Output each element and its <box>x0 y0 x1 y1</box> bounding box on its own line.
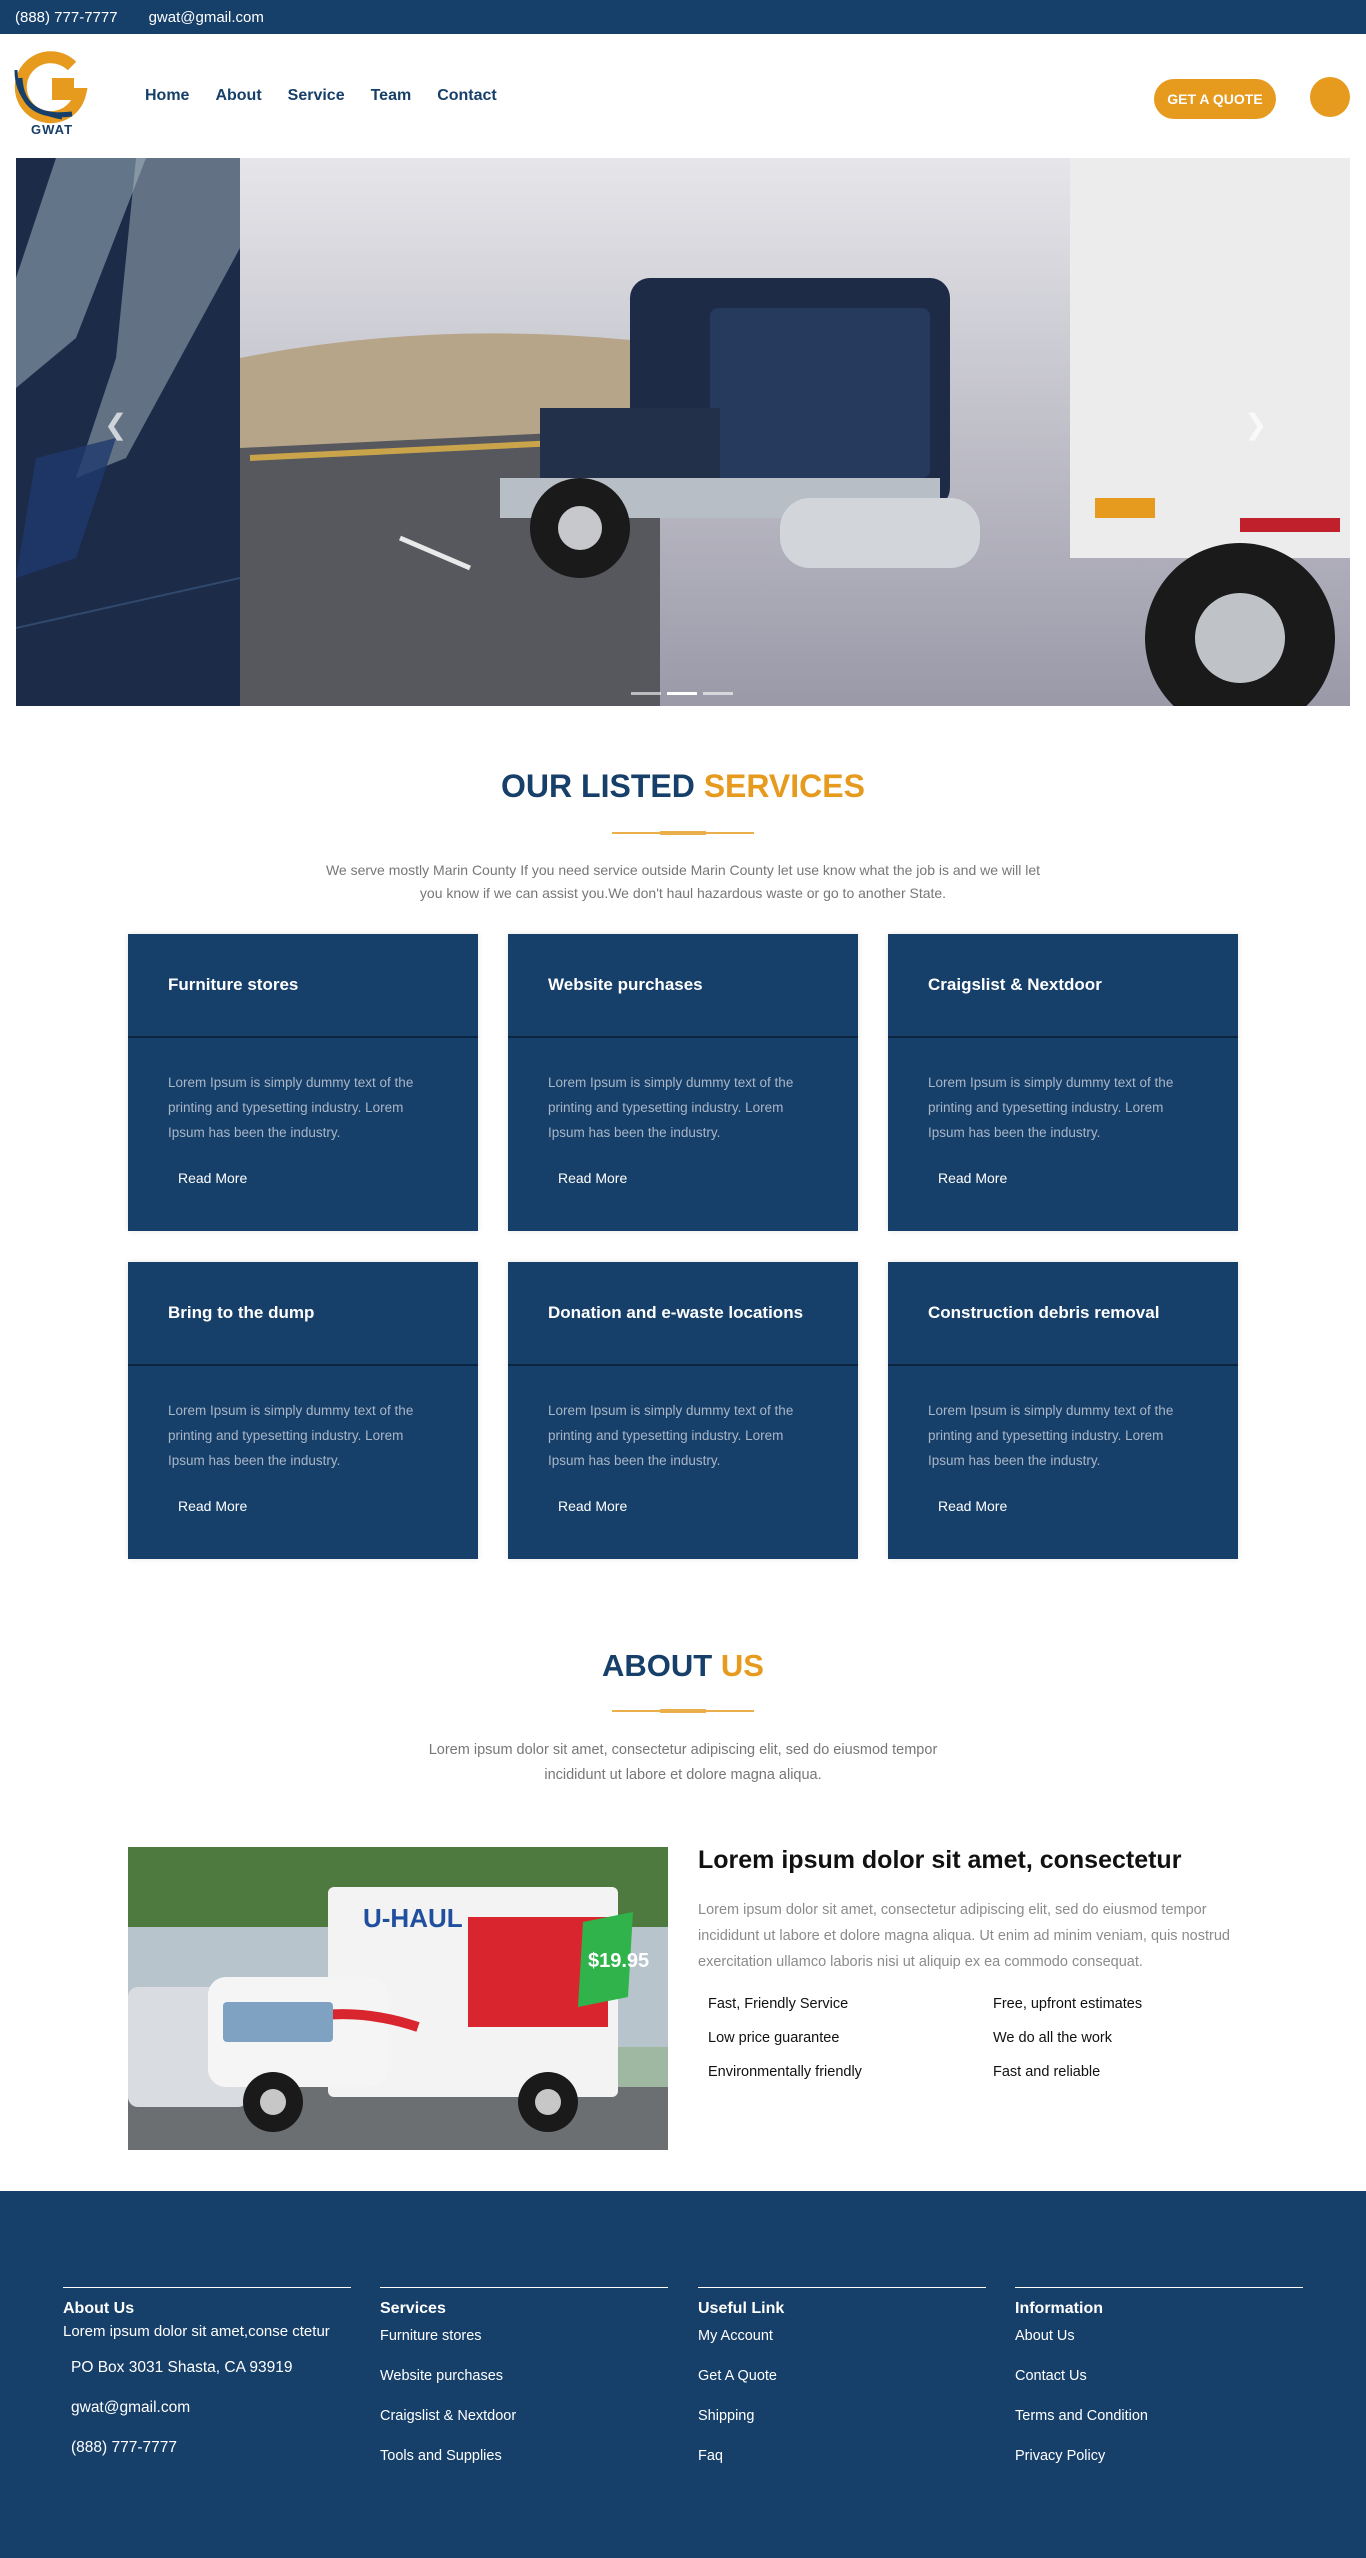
footer-info-column: Information About Us Contact Us Terms an… <box>1015 2287 1303 2486</box>
about-heading: Lorem ipsum dolor sit amet, consectetur <box>698 1846 1182 1874</box>
chevron-left-icon[interactable]: ❮ <box>104 408 127 441</box>
menu-toggle-button[interactable] <box>1310 77 1350 117</box>
footer-about-text: Lorem ipsum dolor sit amet,conse ctetur <box>63 2323 330 2340</box>
carousel-dot[interactable] <box>631 692 661 695</box>
hero-slide-previous-image <box>16 158 240 706</box>
feature-item: Low price guarantee <box>708 2030 840 2046</box>
service-card-text: Lorem Ipsum is simply dummy text of the … <box>928 1075 1174 1140</box>
read-more-button[interactable]: Read More <box>928 1160 1017 1197</box>
footer-link[interactable]: Shipping <box>698 2406 986 2446</box>
services-title-divider <box>612 831 754 835</box>
carousel-dot-active[interactable] <box>667 692 697 695</box>
hero-carousel: ❮ ❯ <box>16 158 1350 706</box>
footer-link[interactable]: Furniture stores <box>380 2326 668 2366</box>
uhaul-truck-image: U-HAUL $19.95 <box>128 1847 668 2150</box>
chevron-right-icon[interactable]: ❯ <box>1244 408 1267 441</box>
nav-about[interactable]: About <box>215 87 261 105</box>
footer-info-title: Information <box>1015 2300 1103 2317</box>
service-card-body: Lorem Ipsum is simply dummy text of the … <box>128 1366 478 1525</box>
about-description: Lorem ipsum dolor sit amet, consectetur … <box>428 1742 938 1783</box>
logo-text: GWAT <box>31 122 74 137</box>
services-title-b: SERVICES <box>703 768 865 804</box>
service-card-text: Lorem Ipsum is simply dummy text of the … <box>168 1403 414 1468</box>
topbar-email[interactable]: gwat@gmail.com <box>149 9 264 26</box>
service-card-title: Craigslist & Nextdoor <box>888 934 1238 1038</box>
footer-link[interactable]: Privacy Policy <box>1015 2446 1303 2486</box>
service-card-body: Lorem Ipsum is simply dummy text of the … <box>888 1038 1238 1197</box>
service-card-body: Lorem Ipsum is simply dummy text of the … <box>128 1038 478 1197</box>
service-card-text: Lorem Ipsum is simply dummy text of the … <box>548 1403 794 1468</box>
services-title: OUR LISTED SERVICES <box>0 768 1366 805</box>
service-card-text: Lorem Ipsum is simply dummy text of the … <box>928 1403 1174 1468</box>
feature-item: Environmentally friendly <box>708 2064 862 2080</box>
get-quote-button[interactable]: GET A QUOTE <box>1154 79 1276 119</box>
about-paragraph: Lorem ipsum dolor sit amet, consectetur … <box>698 1902 1230 1970</box>
nav-team[interactable]: Team <box>371 87 412 105</box>
read-more-button[interactable]: Read More <box>928 1488 1017 1525</box>
read-more-button[interactable]: Read More <box>548 1488 637 1525</box>
footer-useful-title: Useful Link <box>698 2300 785 2317</box>
footer-services-title: Services <box>380 2300 446 2317</box>
about-title-a: ABOUT <box>602 1648 713 1683</box>
about-title: ABOUT US <box>0 1648 1366 1684</box>
footer-link[interactable]: About Us <box>1015 2326 1303 2366</box>
about-title-b: US <box>720 1648 764 1683</box>
feature-item: Free, upfront estimates <box>993 1996 1143 2012</box>
service-card-body: Lorem Ipsum is simply dummy text of the … <box>508 1366 858 1525</box>
feature-item: Fast, Friendly Service <box>708 1996 849 2012</box>
footer-link[interactable]: Contact Us <box>1015 2366 1303 2406</box>
footer-email[interactable]: gwat@gmail.com <box>63 2398 351 2438</box>
services-title-a: OUR LISTED <box>501 768 695 804</box>
service-card-title: Donation and e-waste locations <box>508 1262 858 1366</box>
footer-link[interactable]: Faq <box>698 2446 986 2486</box>
service-card: Construction debris removal Lorem Ipsum i… <box>888 1262 1238 1559</box>
footer-link[interactable]: Terms and Condition <box>1015 2406 1303 2446</box>
nav-contact[interactable]: Contact <box>437 87 497 105</box>
read-more-button[interactable]: Read More <box>168 1160 257 1197</box>
footer-address: PO Box 3031 Shasta, CA 93919 <box>71 2359 293 2376</box>
footer-services-column: Services Furniture stores Website purcha… <box>380 2287 668 2486</box>
carousel-dot[interactable] <box>703 692 733 695</box>
service-card-body: Lorem Ipsum is simply dummy text of the … <box>888 1366 1238 1525</box>
footer-useful-column: Useful Link My Account Get A Quote Shipp… <box>698 2287 986 2486</box>
service-card-body: Lorem Ipsum is simply dummy text of the … <box>508 1038 858 1197</box>
service-card-title: Website purchases <box>508 934 858 1038</box>
site-footer: About Us Lorem ipsum dolor sit amet,cons… <box>0 2191 1366 2558</box>
top-bar: (888) 777-7777 gwat@gmail.com <box>0 0 1366 34</box>
service-card: Donation and e-waste locations Lorem Ipsu… <box>508 1262 858 1559</box>
service-card-title: Furniture stores <box>128 934 478 1038</box>
footer-link[interactable]: Website purchases <box>380 2366 668 2406</box>
feature-item: We do all the work <box>993 2030 1113 2046</box>
footer-link[interactable]: Craigslist & Nextdoor <box>380 2406 668 2446</box>
nav-home[interactable]: Home <box>145 87 189 105</box>
service-card: Bring to the dump Lorem Ipsum is simply d… <box>128 1262 478 1559</box>
uhaul-logo-text: U-HAUL <box>363 1903 463 1933</box>
service-card: Furniture stores Lorem Ipsum is simply du… <box>128 934 478 1231</box>
topbar-phone[interactable]: (888) 777-7777 <box>15 9 118 26</box>
footer-link[interactable]: Get A Quote <box>698 2366 986 2406</box>
read-more-button[interactable]: Read More <box>548 1160 637 1197</box>
footer-link[interactable]: Tools and Supplies <box>380 2446 668 2486</box>
service-card-text: Lorem Ipsum is simply dummy text of the … <box>168 1075 414 1140</box>
footer-about-title: About Us <box>63 2300 135 2317</box>
services-description: We serve mostly Marin County If you need… <box>325 862 1041 901</box>
hero-slide-truck-image <box>240 158 1350 706</box>
feature-item: Fast and reliable <box>993 2064 1101 2080</box>
carousel-indicators <box>631 692 733 695</box>
service-card-title: Construction debris removal <box>888 1262 1238 1366</box>
read-more-button[interactable]: Read More <box>168 1488 257 1525</box>
main-nav: Home About Service Team Contact <box>145 34 497 158</box>
nav-service[interactable]: Service <box>288 87 345 105</box>
service-card: Website purchases Lorem Ipsum is simply d… <box>508 934 858 1231</box>
footer-link[interactable]: My Account <box>698 2326 986 2366</box>
uhaul-price-text: $19.95 <box>588 1950 649 1972</box>
footer-about-column: About Us Lorem ipsum dolor sit amet,cons… <box>63 2287 351 2478</box>
about-title-divider <box>612 1709 754 1713</box>
service-card-title: Bring to the dump <box>128 1262 478 1366</box>
service-card-text: Lorem Ipsum is simply dummy text of the … <box>548 1075 794 1140</box>
service-card: Craigslist & Nextdoor Lorem Ipsum is simp… <box>888 934 1238 1231</box>
footer-phone[interactable]: (888) 777-7777 <box>63 2438 351 2478</box>
